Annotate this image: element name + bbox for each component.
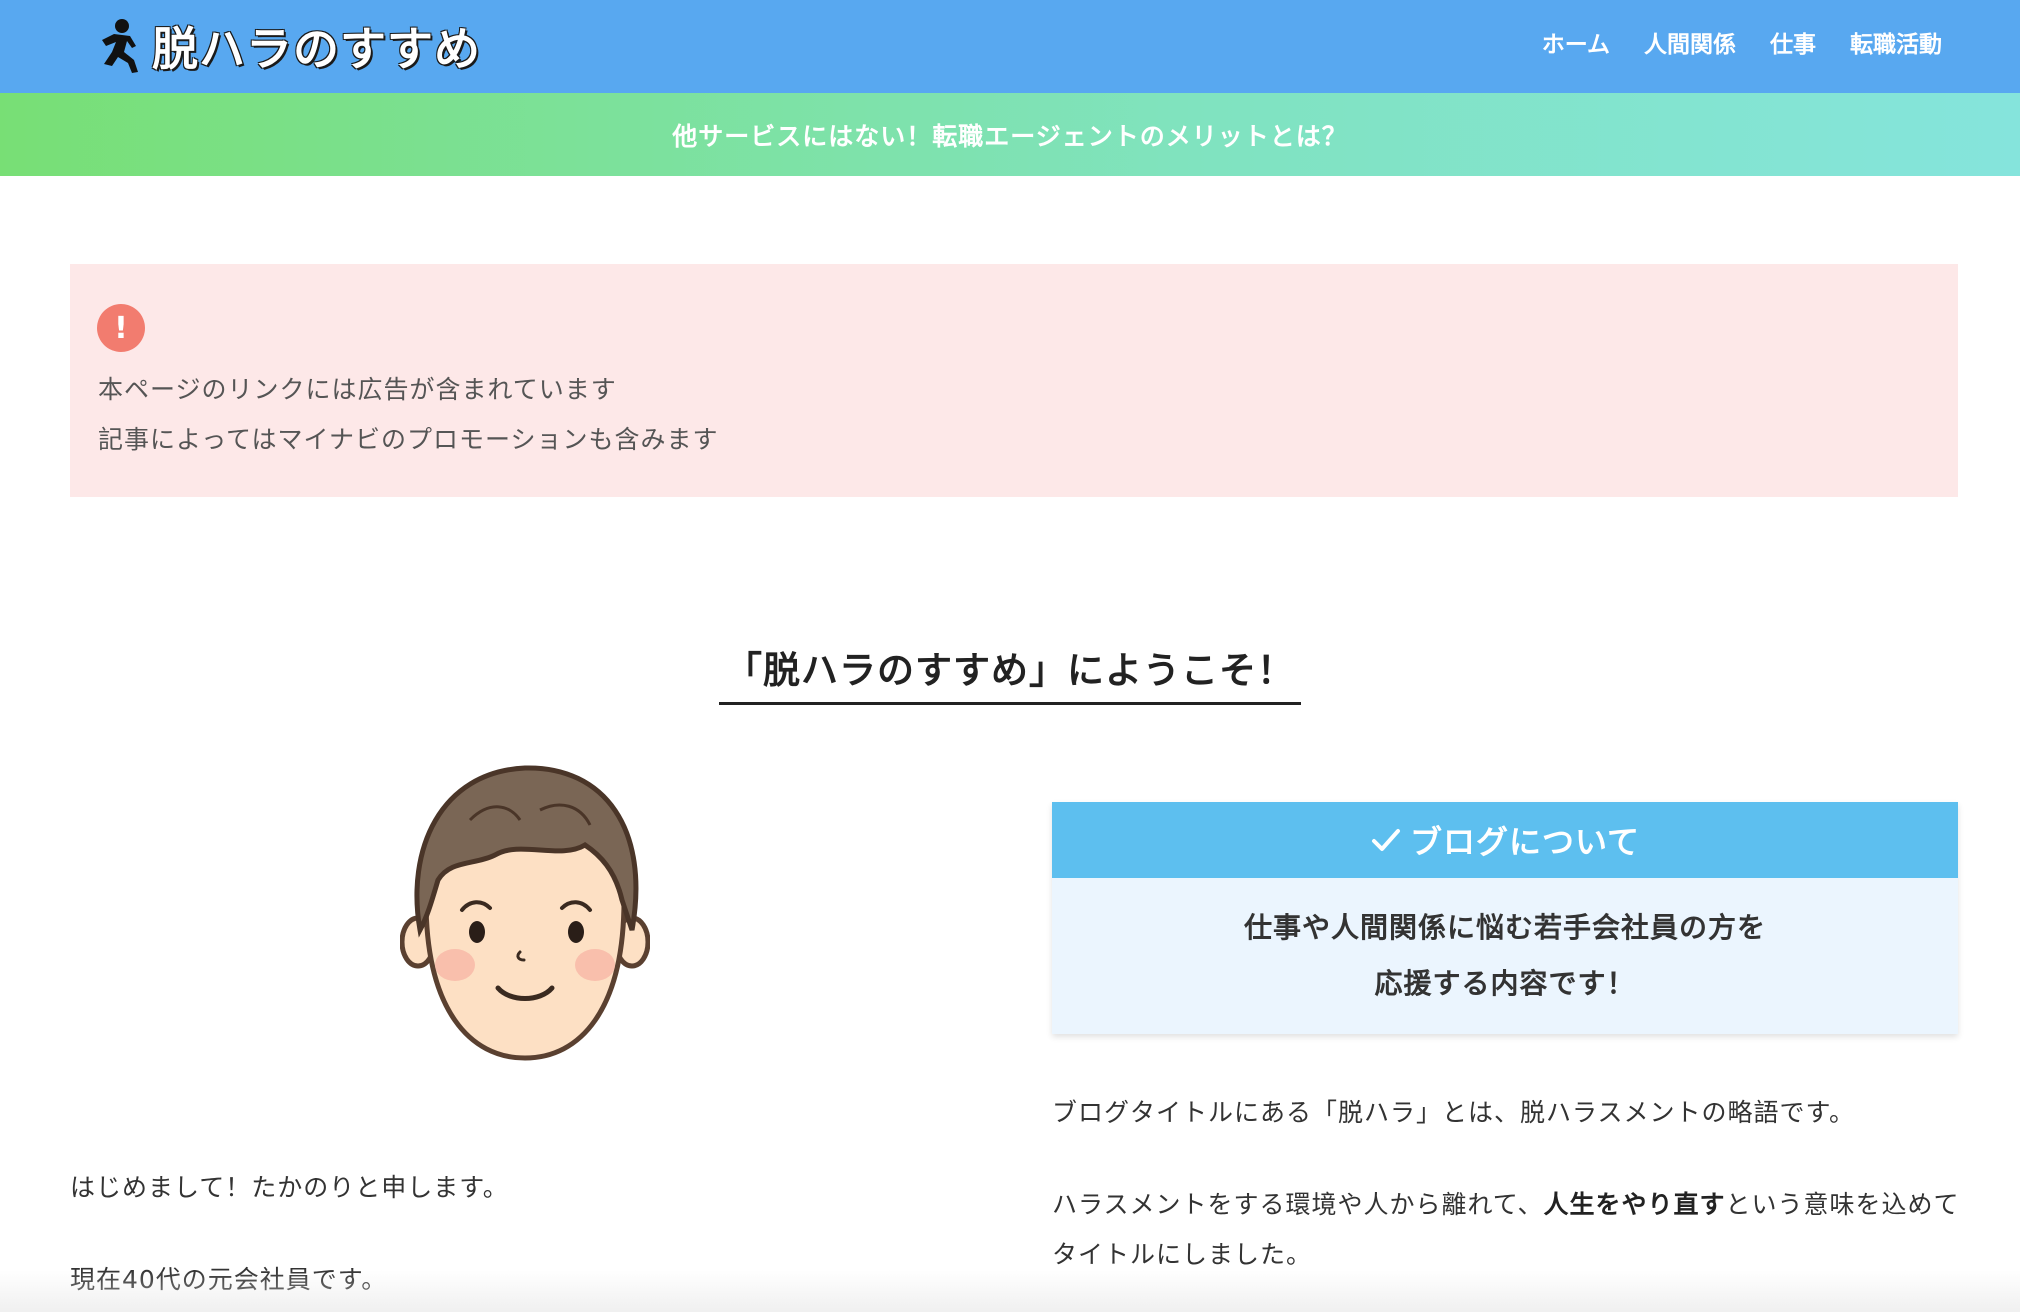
- nav-home[interactable]: ホーム: [1542, 25, 1610, 59]
- site-header: 脱ハラのすすめ ホーム 人間関係 仕事 転職活動: [0, 0, 2020, 93]
- nav-job-change[interactable]: 転職活動: [1850, 25, 1942, 59]
- nav-work[interactable]: 仕事: [1770, 25, 1816, 59]
- smiling-man-avatar: [400, 765, 650, 1061]
- notice-line-2: 記事によってはマイナビのプロモーションも含みます: [98, 425, 719, 454]
- about-paragraph-2-start: ハラスメントをする環境や人から離れて、: [1052, 1190, 1544, 1219]
- about-paragraph-1: ブログタイトルにある「脱ハラ」とは、脱ハラスメントの略語です。: [1052, 1098, 1856, 1127]
- about-blog-box: ブログについて 仕事や人間関係に悩む若手会社員の方を 応援する内容です！: [1052, 802, 1958, 1034]
- welcome-heading: 「脱ハラのすすめ」にようこそ！: [719, 640, 1301, 705]
- about-blog-body-line-1: 仕事や人間関係に悩む若手会社員の方を: [1243, 911, 1766, 944]
- about-paragraph-2: ハラスメントをする環境や人から離れて、人生をやり直すという意味を込めてタイトルに…: [1052, 1180, 1962, 1280]
- nav-relationships[interactable]: 人間関係: [1644, 25, 1736, 59]
- ad-notice-box: ! 本ページのリンクには広告が含まれています 記事によってはマイナビのプロモーシ…: [70, 264, 1958, 497]
- notice-line-1: 本ページのリンクには広告が含まれています: [98, 375, 617, 404]
- promo-banner[interactable]: 他サービスにはない！転職エージェントのメリットとは？: [0, 93, 2020, 176]
- welcome-heading-wrap: 「脱ハラのすすめ」にようこそ！: [0, 640, 2020, 705]
- running-man-icon: [102, 19, 138, 73]
- about-blog-heading-text: ブログについて: [1409, 823, 1641, 861]
- site-logo[interactable]: 脱ハラのすすめ: [92, 12, 481, 80]
- main-nav: ホーム 人間関係 仕事 転職活動: [1542, 0, 1942, 84]
- exclamation-icon: !: [97, 304, 145, 352]
- about-blog-body-line-2: 応援する内容です！: [1374, 967, 1636, 1000]
- bottom-fade: [0, 1270, 2020, 1312]
- logo-text: 脱ハラのすすめ: [152, 22, 481, 76]
- checkmark-icon: [1371, 829, 1400, 851]
- profile-intro: はじめまして！たかのりと申します。: [70, 1173, 509, 1202]
- about-blog-body: 仕事や人間関係に悩む若手会社員の方を 応援する内容です！: [1052, 878, 1958, 1034]
- about-blog-heading: ブログについて: [1052, 802, 1958, 878]
- promo-banner-text[interactable]: 他サービスにはない！転職エージェントのメリットとは？: [672, 117, 1348, 153]
- about-paragraph-2-bold: 人生をやり直す: [1543, 1190, 1726, 1219]
